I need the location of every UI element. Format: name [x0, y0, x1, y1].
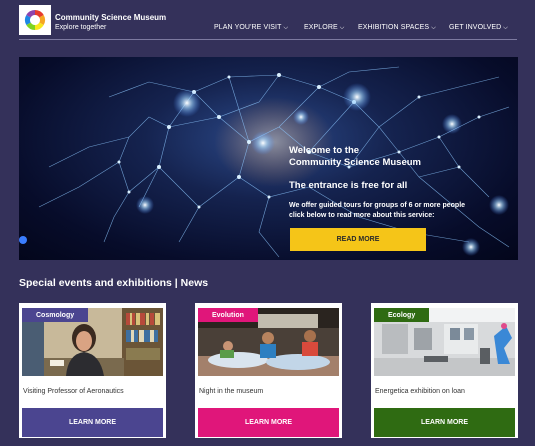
hero-banner: Welcome to the Community Science Museum …	[19, 57, 518, 260]
hero-desc-line2: click below to read more about this serv…	[289, 212, 435, 219]
header-divider	[19, 39, 517, 40]
hero-free-entrance: The entrance is free for all	[289, 180, 408, 191]
nav-plan-your-visit[interactable]: PLAN YOU'RE VISIT ⌵	[214, 24, 288, 32]
main-nav: PLAN YOU'RE VISIT ⌵ EXPLORE ⌵ EXHIBITION S…	[0, 24, 535, 36]
learn-more-button[interactable]: LEARN MORE	[374, 408, 515, 437]
nav-label: PLAN YOU'RE VISIT	[214, 24, 282, 31]
hero-title-line2: Community Science Museum	[289, 157, 421, 168]
event-card-ecology[interactable]: Ecology Energetica exhibition on loan LE…	[371, 303, 518, 438]
chevron-down-icon: ⌵	[283, 25, 289, 31]
category-tag: Evolution	[198, 308, 258, 322]
nav-label: EXPLORE	[304, 24, 338, 31]
hero-title: Welcome to the Community Science Museum	[289, 145, 509, 169]
event-card-cosmology[interactable]: Cosmology Visiting Professor of Aeronaut…	[19, 303, 166, 438]
chevron-down-icon: ⌵	[339, 25, 345, 31]
learn-more-button[interactable]: LEARN MORE	[22, 408, 163, 437]
nav-label: EXHIBITION SPACES	[358, 24, 430, 31]
nav-get-involved[interactable]: GET INVOLVED ⌵	[449, 24, 508, 32]
card-caption[interactable]: Visiting Professor of Aeronautics	[23, 388, 124, 395]
category-tag: Ecology	[374, 308, 430, 322]
card-caption[interactable]: Night in the museum	[199, 388, 263, 395]
hero-desc-line1: We offer guided tours for groups of 6 or…	[289, 202, 466, 209]
category-tag: Cosmology	[22, 308, 89, 322]
card-caption[interactable]: Energetica exhibition on loan	[375, 388, 465, 395]
section-title: Special events and exhibitions | News	[19, 277, 209, 289]
event-card-evolution[interactable]: Evolution Night in the museum LEARN MORE	[195, 303, 342, 438]
hero-description: We offer guided tours for groups of 6 or…	[289, 201, 514, 221]
learn-more-button[interactable]: LEARN MORE	[198, 408, 339, 437]
nav-label: GET INVOLVED	[449, 24, 502, 31]
nav-explore[interactable]: EXPLORE ⌵	[304, 24, 344, 32]
site-header: Community Science Museum Explore togethe…	[0, 0, 535, 42]
site-title[interactable]: Community Science Museum	[55, 13, 166, 22]
chevron-down-icon: ⌵	[503, 25, 508, 31]
nav-exhibition-spaces[interactable]: EXHIBITION SPACES ⌵	[358, 24, 436, 32]
chevron-down-icon: ⌵	[431, 25, 436, 31]
hero-title-line1: Welcome to the	[289, 145, 360, 156]
read-more-button[interactable]: READ MORE	[290, 228, 426, 251]
